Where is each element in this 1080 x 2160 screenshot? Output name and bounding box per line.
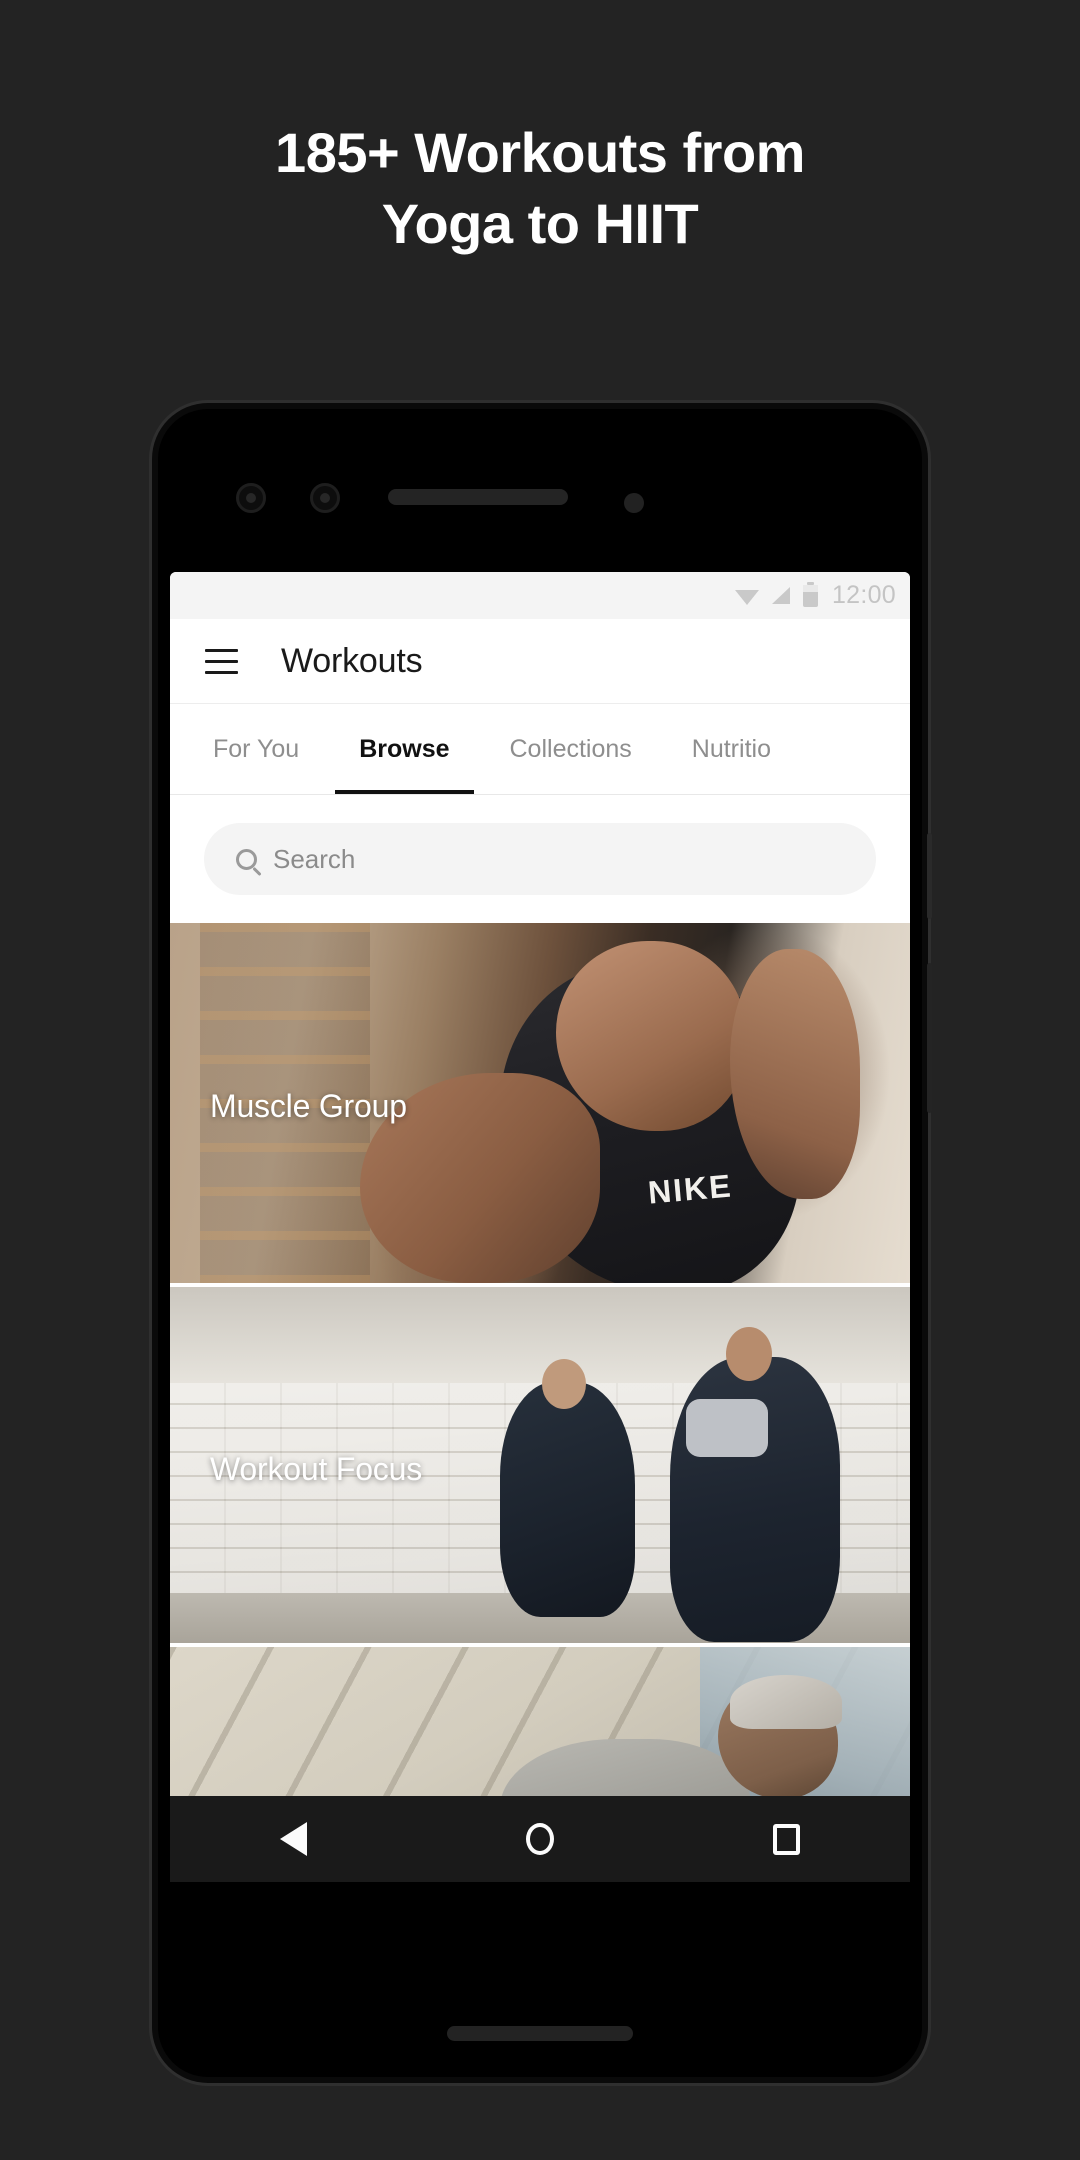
promo-screenshot: 185+ Workouts from Yoga to HIIT 12:00 Wo… xyxy=(0,0,1080,2160)
back-icon[interactable] xyxy=(279,1822,307,1856)
search-input[interactable]: Search xyxy=(204,823,876,895)
phone-top-bezel xyxy=(158,409,922,585)
card-third-partial[interactable] xyxy=(170,1643,910,1818)
photo-shape xyxy=(730,1675,842,1729)
bottom-speaker-grille-icon xyxy=(447,2026,633,2041)
photo-shape xyxy=(686,1399,768,1457)
power-button[interactable] xyxy=(927,833,932,919)
app-bar: Workouts xyxy=(170,619,910,704)
search-icon xyxy=(236,848,257,870)
home-icon[interactable] xyxy=(525,1823,554,1855)
phone-body: 12:00 Workouts For You Browse Collection… xyxy=(158,409,922,2077)
tab-nutrition[interactable]: Nutritio xyxy=(662,704,801,794)
phone-screen: 12:00 Workouts For You Browse Collection… xyxy=(170,572,910,1882)
camera-sensor-icon xyxy=(236,483,266,513)
status-bar: 12:00 xyxy=(170,572,910,619)
photo-shape xyxy=(500,1382,635,1617)
photo-shape xyxy=(542,1359,586,1409)
battery-icon xyxy=(802,581,818,607)
wifi-icon xyxy=(734,586,759,606)
cell-signal-icon xyxy=(770,586,792,606)
hamburger-line xyxy=(205,659,238,663)
proximity-sensor-icon xyxy=(310,483,340,513)
browse-card-list: NIKE Muscle Group Workout Focus xyxy=(170,923,910,1818)
front-camera-dot-icon xyxy=(624,493,644,513)
search-section: Search xyxy=(170,795,910,923)
card-muscle-group[interactable]: NIKE Muscle Group xyxy=(170,923,910,1283)
phone-device-frame: 12:00 Workouts For You Browse Collection… xyxy=(152,403,932,2083)
headline-line-1: 185+ Workouts from xyxy=(275,121,805,184)
android-navigation-bar xyxy=(170,1796,910,1882)
card-title: Muscle Group xyxy=(210,1087,407,1124)
nike-brand-mark: NIKE xyxy=(646,1167,734,1211)
promo-headline: 185+ Workouts from Yoga to HIIT xyxy=(0,118,1080,259)
photo-shape xyxy=(556,941,746,1131)
hamburger-line xyxy=(205,648,238,652)
card-title: Workout Focus xyxy=(210,1450,422,1487)
photo-shape xyxy=(726,1327,772,1381)
card-workout-focus[interactable]: Workout Focus xyxy=(170,1283,910,1643)
tab-for-you[interactable]: For You xyxy=(183,704,329,794)
headline-line-2: Yoga to HIIT xyxy=(381,191,699,255)
recents-icon[interactable] xyxy=(773,1823,801,1855)
tab-browse[interactable]: Browse xyxy=(329,704,479,794)
page-title: Workouts xyxy=(281,641,423,680)
volume-button[interactable] xyxy=(927,963,932,1113)
status-bar-clock: 12:00 xyxy=(831,581,896,609)
search-placeholder: Search xyxy=(273,843,356,874)
tab-bar: For You Browse Collections Nutritio xyxy=(170,704,910,795)
tab-collections[interactable]: Collections xyxy=(480,704,662,794)
hamburger-menu-icon[interactable] xyxy=(205,648,238,674)
earpiece-speaker-icon xyxy=(388,489,568,505)
hamburger-line xyxy=(205,670,238,674)
